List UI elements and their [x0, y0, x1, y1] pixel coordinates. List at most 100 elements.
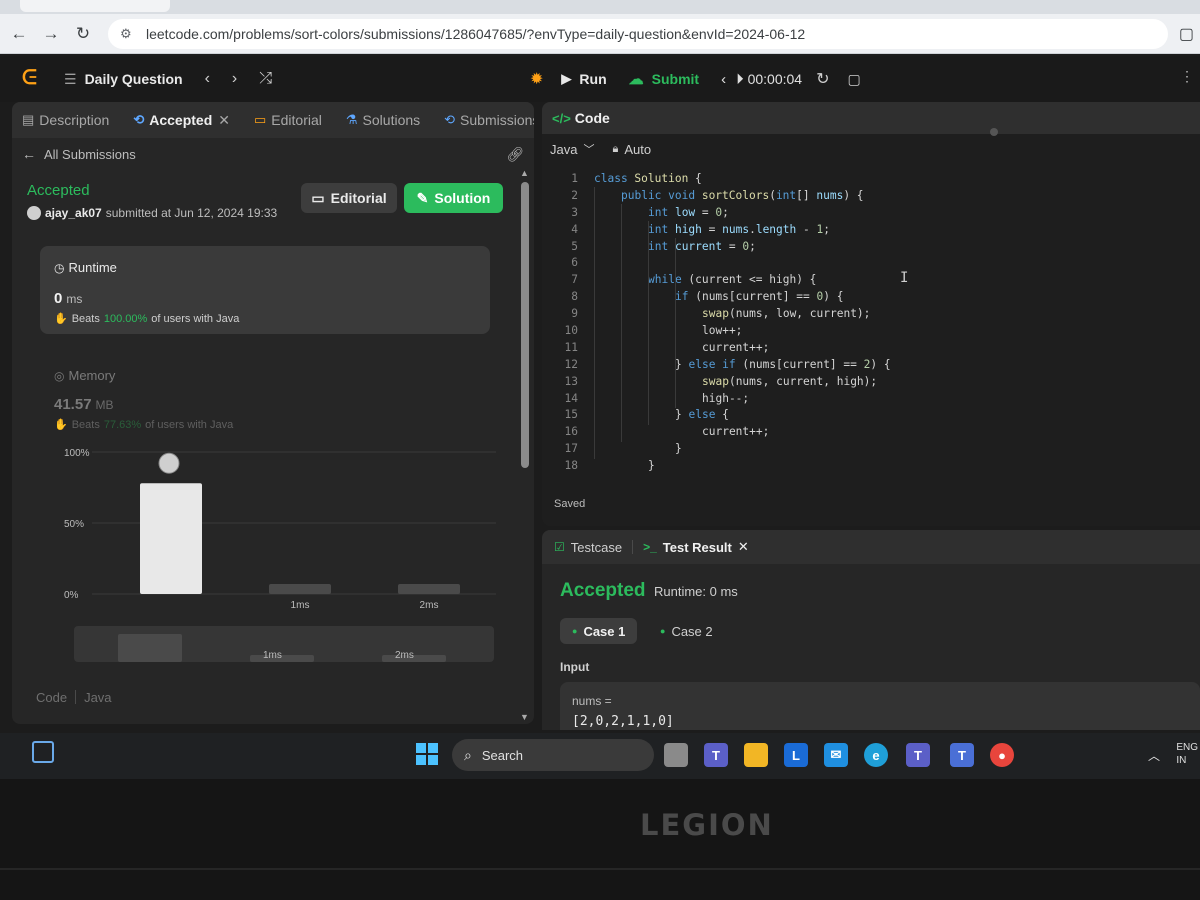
- memory-card[interactable]: ◎ Memory 41.57 MB ✋ Beats 77.63% of users…: [40, 356, 490, 436]
- close-tab-icon[interactable]: ✕: [218, 112, 230, 129]
- line-number: 4: [571, 222, 578, 236]
- file-explorer-icon[interactable]: [744, 743, 768, 767]
- code-token: high--;: [702, 391, 750, 405]
- distribution-minimap[interactable]: 1ms 2ms: [74, 626, 494, 662]
- app-l-icon[interactable]: L: [784, 743, 808, 767]
- code-line[interactable]: 1 class Solution {: [542, 170, 1200, 187]
- taskbar-search[interactable]: ⌕ Search: [452, 739, 654, 771]
- code-line[interactable]: 12} else if (nums[current] == 2) {: [542, 356, 1200, 373]
- tab-solutions[interactable]: ⚗ Solutions: [346, 112, 420, 128]
- code-line[interactable]: 2 public void sortColors(int[] nums) {: [542, 187, 1200, 204]
- code-line[interactable]: 8 if (nums[current] == 0) {: [542, 288, 1200, 305]
- code-line[interactable]: 7 while (current <= high) {: [542, 271, 1200, 288]
- laptop-bezel: [0, 779, 1200, 900]
- runtime-card[interactable]: ◷ Runtime 0 ms ✋ Beats 100.00% of users w…: [40, 246, 490, 334]
- browser-tab[interactable]: [20, 0, 170, 12]
- username[interactable]: ajay_ak07: [45, 206, 102, 220]
- indent-guide: [594, 187, 595, 459]
- prev-problem-icon[interactable]: ‹: [205, 70, 210, 88]
- code-line[interactable]: 18}: [542, 457, 1200, 474]
- code-line[interactable]: 5 int current = 0;: [542, 238, 1200, 255]
- code-line[interactable]: 13 swap(nums, current, high);: [542, 373, 1200, 390]
- code-token: else: [688, 408, 723, 422]
- tab-editorial[interactable]: ▭ Editorial: [254, 112, 322, 128]
- windows-start-icon[interactable]: [416, 743, 438, 765]
- code-line[interactable]: 10 low++;: [542, 322, 1200, 339]
- chart-bar[interactable]: [140, 483, 202, 594]
- book-icon: ▭: [254, 112, 267, 127]
- tray-expand-icon[interactable]: ︿: [1148, 747, 1160, 764]
- more-icon[interactable]: ⋮: [1180, 68, 1194, 85]
- debug-icon[interactable]: ✹: [530, 69, 543, 89]
- mail-icon[interactable]: ✉: [824, 743, 848, 767]
- editorial-button[interactable]: ▭ Editorial: [301, 183, 397, 213]
- browser-menu-icon[interactable]: ▢: [1179, 24, 1194, 44]
- address-bar[interactable]: ⚙ leetcode.com/problems/sort-colors/subm…: [108, 18, 1168, 49]
- language-select[interactable]: Java: [550, 142, 577, 157]
- forward-arrow-icon[interactable]: →: [38, 21, 64, 47]
- edge-icon[interactable]: e: [864, 743, 888, 767]
- scroll-thumb[interactable]: [521, 182, 529, 468]
- teams-icon[interactable]: T: [906, 743, 930, 767]
- code-token: }: [675, 442, 682, 456]
- code-line[interactable]: 6: [542, 254, 1200, 271]
- close-tab-icon[interactable]: ✕: [738, 539, 749, 555]
- reset-timer-icon[interactable]: ↻: [816, 69, 829, 89]
- problem-list-icon[interactable]: ☰: [64, 71, 77, 88]
- case-1-tab[interactable]: ● Case 1: [560, 618, 638, 644]
- timer[interactable]: ‹ ⏵ 00:00:04: [721, 71, 802, 88]
- code-line[interactable]: 9 swap(nums, low, current);: [542, 305, 1200, 322]
- tab-testcase[interactable]: ☑ Testcase: [554, 540, 622, 555]
- auto-mode[interactable]: Auto: [624, 142, 651, 157]
- tab-test-result[interactable]: >_ Test Result ✕: [643, 539, 749, 555]
- submit-button[interactable]: ☁ Submit: [629, 70, 699, 88]
- teams-new-icon[interactable]: T: [950, 743, 974, 767]
- code-token: int: [775, 188, 797, 202]
- scroll-up-icon[interactable]: ▲: [520, 168, 529, 178]
- case-2-label: Case 2: [671, 623, 713, 639]
- code-line[interactable]: 17}: [542, 440, 1200, 457]
- daily-question-title[interactable]: Daily Question: [85, 71, 183, 87]
- chart-bar[interactable]: [398, 584, 460, 594]
- language-indicator[interactable]: ENG IN: [1176, 741, 1198, 767]
- shuffle-icon[interactable]: ⤮: [259, 70, 272, 88]
- case-2-tab[interactable]: ● Case 2: [648, 618, 725, 644]
- avatar[interactable]: [27, 206, 41, 220]
- solution-button[interactable]: ✎ Solution: [404, 183, 503, 213]
- notes-icon[interactable]: ▢: [848, 71, 861, 88]
- scroll-down-icon[interactable]: ▼: [520, 712, 529, 722]
- site-settings-icon[interactable]: ⚙: [120, 26, 136, 42]
- code-line[interactable]: 3 int low = 0;: [542, 204, 1200, 221]
- next-problem-icon[interactable]: ›: [232, 70, 237, 88]
- code-line[interactable]: 4 int high = nums.length - 1;: [542, 221, 1200, 238]
- code-line[interactable]: 14 high--;: [542, 390, 1200, 407]
- code-token: int: [648, 205, 675, 219]
- tab-submissions[interactable]: ⟲ Submissions: [444, 112, 534, 128]
- chevron-down-icon[interactable]: ﹀: [583, 141, 594, 157]
- all-submissions-link[interactable]: ← All Submissions 🔗︎: [12, 138, 534, 170]
- code-line[interactable]: 16 current++;: [542, 423, 1200, 440]
- code-line[interactable]: 11 current++;: [542, 339, 1200, 356]
- task-view-icon[interactable]: [664, 743, 688, 767]
- start-tile: [416, 743, 426, 753]
- line-number: 10: [564, 323, 578, 337]
- code-line[interactable]: 15} else {: [542, 406, 1200, 423]
- back-arrow-icon[interactable]: ←: [6, 21, 32, 47]
- share-link-icon[interactable]: 🔗︎: [506, 146, 524, 163]
- tab-description-label: Description: [39, 112, 110, 128]
- leetcode-logo-icon[interactable]: ᕮ: [22, 67, 42, 91]
- chevron-left-icon[interactable]: ‹: [721, 71, 726, 88]
- scrollbar[interactable]: ▲ ▼: [520, 168, 530, 722]
- run-button[interactable]: ▶ Run: [561, 71, 606, 87]
- code-editor[interactable]: 1 class Solution {2 public void sortColors…: [542, 170, 1200, 488]
- widgets-icon[interactable]: [32, 741, 54, 763]
- history-icon: ⟲: [444, 112, 456, 127]
- tab-accepted[interactable]: ⟲ Accepted ✕: [133, 112, 230, 129]
- reload-icon[interactable]: ↻: [70, 21, 96, 47]
- chart-bar[interactable]: [269, 584, 331, 594]
- chrome-icon[interactable]: ●: [990, 743, 1014, 767]
- panel-drag-handle[interactable]: [990, 128, 998, 136]
- teams-chat-icon[interactable]: T: [704, 743, 728, 767]
- y-tick-label: 50%: [64, 519, 84, 530]
- tab-description[interactable]: ▤ Description: [22, 112, 109, 128]
